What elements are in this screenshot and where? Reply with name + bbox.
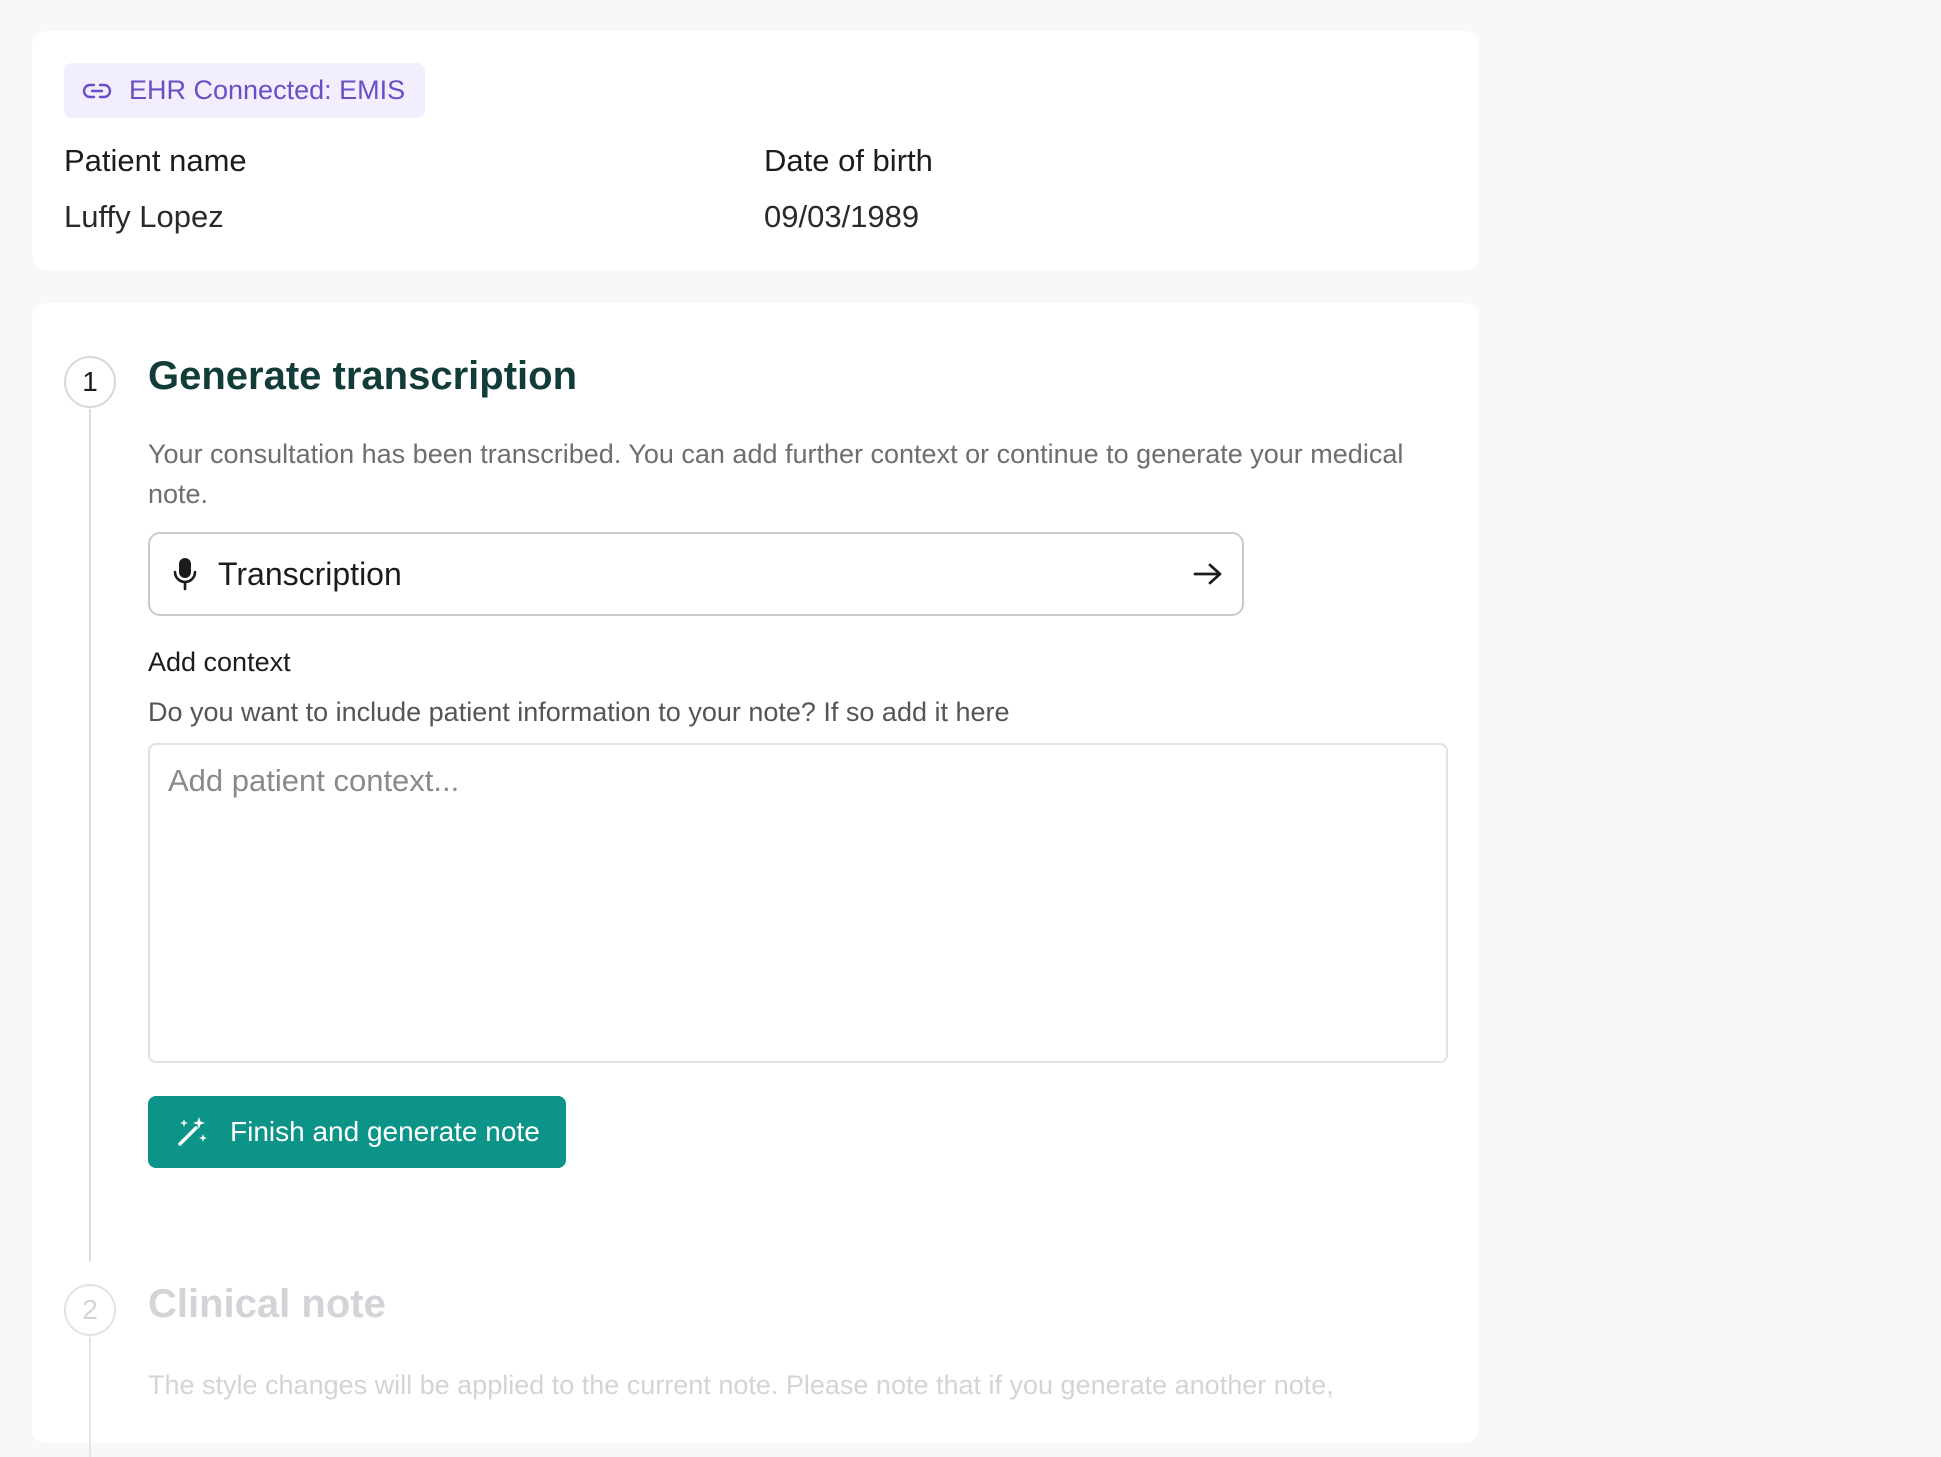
ehr-badge-label: EHR Connected: EMIS [129,75,406,105]
step-2-title: Clinical note [148,1282,386,1326]
transcription-button-label: Transcription [218,555,402,592]
patient-name-label: Patient name [64,143,247,178]
arrow-right-icon [1192,561,1224,587]
dob-value: 09/03/1989 [764,199,920,234]
transcription-button[interactable]: Transcription [148,532,1244,616]
link-icon [82,80,116,102]
generate-button-label: Finish and generate note [230,1116,540,1147]
step-1-number: 1 [64,356,116,408]
patient-context-input[interactable] [148,743,1448,1063]
patient-info-card: EHR Connected: EMIS Patient name Luffy L… [32,31,1479,270]
step-connector-line [89,409,91,1261]
microphone-icon [172,557,198,591]
workflow-steps-card: 1 Generate transcription Your consultati… [32,303,1479,1457]
dob-label: Date of birth [764,143,933,178]
step-1-description: Your consultation has been transcribed. … [148,439,1404,509]
magic-wand-icon [175,1115,209,1149]
add-context-help-text: Do you want to include patient informati… [148,697,1010,727]
step-1-title: Generate transcription [148,354,578,398]
step-2-connector-line [89,1337,91,1457]
ehr-connected-badge: EHR Connected: EMIS [64,63,426,118]
step-2-description: The style changes will be applied to the… [148,1370,1334,1400]
finish-and-generate-note-button[interactable]: Finish and generate note [148,1096,566,1168]
add-context-label: Add context [148,647,291,677]
step-2-number: 2 [64,1284,116,1336]
patient-name-value: Luffy Lopez [64,199,224,234]
